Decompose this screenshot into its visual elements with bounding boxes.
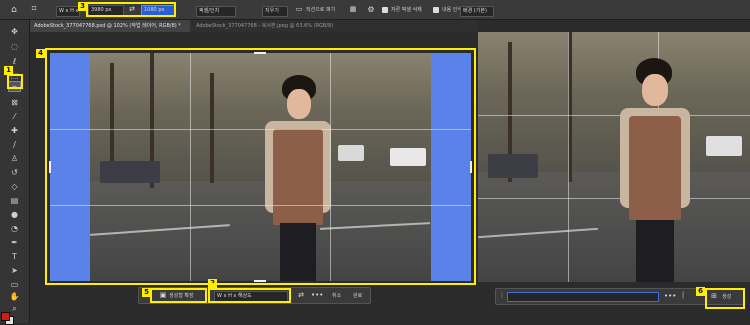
gradient-tool-icon[interactable]: ▤ (8, 195, 21, 206)
dodge-tool-icon[interactable]: ◔ (8, 223, 21, 234)
frame-tool-icon[interactable]: ⊠ (8, 97, 21, 108)
straighten-label[interactable]: 직선으로 펴기 (306, 6, 335, 14)
annotation-badge-4: 4 (36, 49, 45, 58)
prompt-input[interactable] (507, 292, 659, 302)
annotation-box-3 (86, 2, 176, 17)
drag-handle-icon[interactable]: ⋮ (499, 293, 505, 299)
annotation-box-4 (45, 48, 476, 285)
annotation-badge-3: 3 (78, 2, 87, 11)
reference-image (478, 32, 750, 282)
delete-pixels-checkbox[interactable] (382, 7, 388, 13)
straighten-icon[interactable]: ▭ (294, 6, 304, 13)
swap-arrows-icon[interactable]: ⇄ (297, 292, 305, 299)
content-aware-checkbox[interactable] (433, 7, 439, 13)
brush-tool-icon[interactable]: ∕ (8, 139, 21, 150)
history-brush-icon[interactable]: ↺ (8, 167, 21, 178)
move-tool-icon[interactable]: ✥ (8, 26, 21, 37)
path-select-icon[interactable]: ➤ (8, 265, 21, 276)
delete-pixels-label[interactable]: 자른 픽셀 삭제 (391, 6, 422, 14)
more-dots-icon[interactable]: ••• (311, 292, 323, 299)
pen-tool-icon[interactable]: ✒ (8, 237, 21, 248)
options-bar-extension: 배경 (기본) (460, 0, 750, 20)
cancel-button[interactable]: 취소 (332, 292, 341, 300)
tab-inactive-document[interactable]: AdobeStock_377047768 - 복사본.jpeg @ 63.6% … (192, 20, 420, 32)
done-button[interactable]: 완료 (353, 292, 362, 300)
blur-tool-icon[interactable]: ● (8, 209, 21, 220)
annotation-box-2 (208, 288, 291, 303)
more-dots-icon[interactable]: ••• (664, 293, 676, 300)
annotation-badge-1: 1 (4, 66, 13, 75)
rectangle-tool-icon[interactable]: ▭ (8, 279, 21, 290)
resolution-select[interactable]: 픽셀/인치 (196, 6, 236, 17)
annotation-box-6 (705, 288, 745, 309)
overlay-grid-icon[interactable]: ▦ (348, 6, 358, 13)
healing-brush-icon[interactable]: ✚ (8, 125, 21, 136)
person-figure-reference (598, 56, 708, 282)
eyedropper-icon[interactable]: ⁄ (8, 111, 21, 122)
marquee-tool-icon[interactable]: ◌ (8, 41, 21, 52)
gear-icon[interactable]: ⚙ (366, 6, 376, 14)
clear-button[interactable]: 지우기 (262, 6, 288, 17)
divider-icon: │ (681, 292, 685, 299)
annotation-badge-5: 5 (142, 288, 151, 297)
hand-tool-icon[interactable]: ✋ (8, 291, 21, 302)
type-tool-icon[interactable]: T (8, 251, 21, 262)
options-bar: ⌂ ⌗ W x H x 해 3980 px ⇄ 1080 px 픽셀/인치 지우… (0, 0, 478, 20)
eraser-icon[interactable]: ◇ (8, 181, 21, 192)
tab-active-document[interactable]: AdobeStock_377047768.psd @ 102% (작업 레이어,… (30, 20, 190, 32)
annotation-box-1 (7, 74, 23, 89)
annotation-badge-6: 6 (696, 287, 705, 296)
fill-select[interactable]: 배경 (기본) (460, 6, 494, 17)
ratio-select[interactable]: W x H x 해 (56, 6, 80, 17)
clone-stamp-icon[interactable]: ♙ (8, 153, 21, 164)
content-aware-label[interactable]: 내용 인식 (442, 6, 462, 14)
crop-tool-icon[interactable]: ⌗ (29, 5, 39, 14)
foreground-color-swatch[interactable] (1, 312, 10, 321)
annotation-box-5 (150, 288, 207, 303)
home-icon[interactable]: ⌂ (9, 6, 19, 15)
